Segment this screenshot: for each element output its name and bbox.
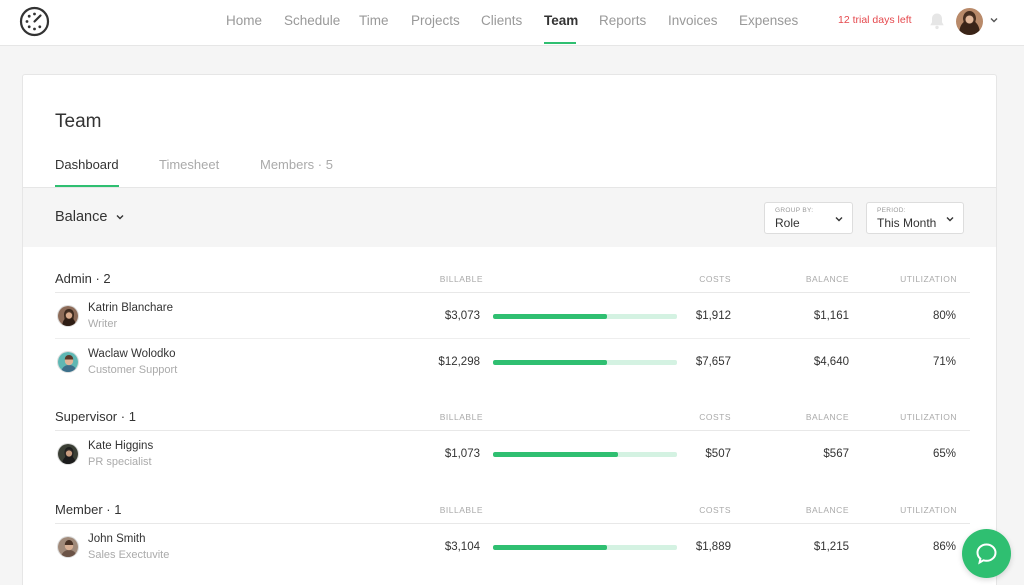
chevron-down-icon [835, 217, 843, 222]
column-header-billable: BILLABLE [439, 412, 483, 422]
group-by-value: Role [775, 216, 800, 230]
group-title-admin: Admin · 2 [55, 271, 111, 286]
stopwatch-logo-icon[interactable] [19, 6, 50, 37]
costs-value: $507 [705, 448, 731, 460]
utilization-value: 65% [932, 448, 956, 460]
nav-active-indicator [544, 42, 576, 44]
billable-value: $1,073 [444, 448, 480, 460]
column-header-costs: COSTS [699, 412, 731, 422]
chevron-down-icon [116, 215, 124, 220]
avatar [57, 351, 79, 373]
chat-launcher-button[interactable] [962, 529, 1011, 578]
table-row[interactable]: Waclaw Wolodko Customer Support $12,298 … [55, 339, 970, 385]
member-role: Customer Support [88, 364, 178, 376]
avatar [57, 536, 79, 558]
nav-expenses[interactable]: Expenses [739, 13, 798, 28]
period-label: PERIOD: [877, 207, 906, 214]
group-title-member: Member · 1 [55, 502, 122, 517]
chevron-down-icon[interactable] [989, 15, 999, 25]
column-header-utilization: UTILIZATION [900, 412, 957, 422]
nav-clients[interactable]: Clients [481, 13, 522, 28]
page-title: Team [55, 111, 102, 132]
billable-progress-fill [493, 452, 619, 457]
toolbar: Balance GROUP BY: Role PERIOD: This Mont… [23, 187, 996, 247]
nav-time[interactable]: Time [359, 13, 389, 28]
column-header-billable: BILLABLE [439, 274, 483, 284]
table-row[interactable]: Katrin Blanchare Writer $3,073 $1,912 $1… [55, 293, 970, 339]
tab-timesheet[interactable]: Timesheet [159, 157, 219, 172]
billable-value: $3,104 [444, 541, 480, 553]
balance-value: $567 [823, 448, 849, 460]
member-name[interactable]: Kate Higgins [88, 440, 153, 452]
member-role: Writer [88, 318, 118, 330]
period-select[interactable]: PERIOD: This Month [866, 202, 964, 234]
member-role: PR specialist [88, 456, 152, 468]
tab-dashboard[interactable]: Dashboard [55, 157, 119, 172]
member-name[interactable]: John Smith [88, 533, 146, 545]
table-row[interactable]: Kate Higgins PR specialist $1,073 $507 $… [55, 431, 970, 477]
nav-reports[interactable]: Reports [599, 13, 646, 28]
bell-icon[interactable] [927, 11, 947, 31]
tab-members[interactable]: Members · 5 [260, 157, 333, 172]
group-title-supervisor: Supervisor · 1 [55, 409, 136, 424]
team-card: Team Dashboard Timesheet Members · 5 Bal… [22, 74, 997, 585]
user-avatar[interactable] [956, 8, 983, 35]
nav-invoices[interactable]: Invoices [668, 13, 718, 28]
billable-progress-fill [493, 360, 608, 365]
balance-value: $1,215 [813, 541, 849, 553]
trial-days-link[interactable]: 12 trial days left [838, 14, 912, 26]
balance-value: $1,161 [813, 310, 849, 322]
nav-team[interactable]: Team [544, 13, 578, 28]
member-name[interactable]: Katrin Blanchare [88, 302, 173, 314]
column-header-costs: COSTS [699, 505, 731, 515]
member-name[interactable]: Waclaw Wolodko [88, 348, 176, 360]
column-header-balance: BALANCE [805, 412, 849, 422]
chevron-down-icon [946, 217, 954, 222]
billable-value: $3,073 [444, 310, 480, 322]
table-row[interactable]: John Smith Sales Exectuvite $3,104 $1,88… [55, 524, 970, 570]
costs-value: $1,912 [695, 310, 731, 322]
top-navbar: Home Schedule Time Projects Clients Team… [0, 0, 1024, 46]
avatar [57, 305, 79, 327]
utilization-value: 86% [932, 541, 956, 553]
costs-value: $1,889 [695, 541, 731, 553]
nav-schedule[interactable]: Schedule [284, 13, 340, 28]
view-dropdown-label: Balance [55, 209, 108, 225]
nav-projects[interactable]: Projects [411, 13, 460, 28]
column-header-utilization: UTILIZATION [900, 505, 957, 515]
balance-value: $4,640 [813, 356, 849, 368]
view-dropdown[interactable]: Balance [55, 209, 125, 225]
billable-progress-fill [493, 314, 608, 319]
period-value: This Month [877, 216, 937, 230]
costs-value: $7,657 [695, 356, 731, 368]
chat-bubble-icon [976, 543, 997, 565]
column-header-balance: BALANCE [805, 274, 849, 284]
group-by-select[interactable]: GROUP BY: Role [764, 202, 853, 234]
billable-value: $12,298 [438, 356, 480, 368]
utilization-value: 71% [932, 356, 956, 368]
member-role: Sales Exectuvite [88, 549, 170, 561]
column-header-costs: COSTS [699, 274, 731, 284]
nav-home[interactable]: Home [226, 13, 262, 28]
column-header-billable: BILLABLE [439, 505, 483, 515]
billable-progress-fill [493, 545, 608, 550]
avatar [57, 443, 79, 465]
column-header-utilization: UTILIZATION [900, 274, 957, 284]
group-by-label: GROUP BY: [775, 207, 814, 214]
utilization-value: 80% [932, 310, 956, 322]
column-header-balance: BALANCE [805, 505, 849, 515]
